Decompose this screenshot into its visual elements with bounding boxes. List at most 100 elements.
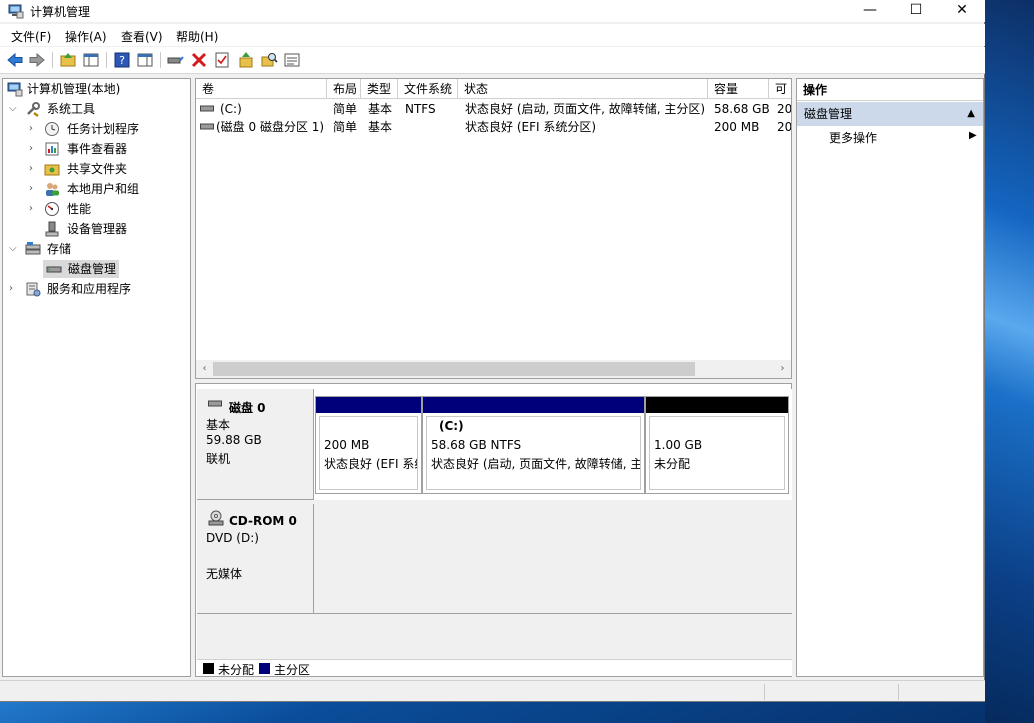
chevron-right-icon[interactable]: › <box>29 160 39 178</box>
title-bar: 计算机管理 — ☐ ✕ <box>0 0 985 22</box>
expand-right-icon[interactable]: ▶ <box>969 130 977 141</box>
column-header-free[interactable]: 可 <box>769 79 791 99</box>
svg-text:?: ? <box>119 54 125 67</box>
disk-name: CD-ROM 0 <box>229 514 297 528</box>
forward-arrow-icon[interactable] <box>28 51 46 69</box>
partition-efi[interactable]: 200 MB 状态良好 (EFI 系统 <box>315 396 422 494</box>
disk-layout-view: 磁盘 0 基本 59.88 GB 联机 200 MB 状态良好 (EFI 系统 … <box>195 383 792 677</box>
disk-name: 磁盘 0 <box>229 401 266 415</box>
horizontal-scrollbar[interactable]: ‹ › <box>196 360 791 378</box>
column-header-status[interactable]: 状态 <box>458 79 708 99</box>
disk-0-partitions: 200 MB 状态良好 (EFI 系统 (C:) 58.68 GB NTFS 状… <box>314 389 792 500</box>
export-icon[interactable] <box>237 51 255 69</box>
actions-group-disk-management[interactable]: 磁盘管理 ▲ <box>797 102 983 126</box>
column-header-type[interactable]: 类型 <box>361 79 398 99</box>
chevron-right-icon[interactable]: › <box>29 200 39 218</box>
collapse-up-icon[interactable]: ▲ <box>967 102 975 126</box>
partition-size: 200 MB <box>324 438 370 452</box>
properties-pane-icon[interactable] <box>136 51 154 69</box>
partition-bar <box>646 397 788 413</box>
table-row[interactable]: (C:) 简单 基本 NTFS 状态良好 (启动, 页面文件, 故障转储, 主分… <box>196 100 792 118</box>
disk-0-label[interactable]: 磁盘 0 基本 59.88 GB 联机 <box>197 389 314 500</box>
cd-rom-icon <box>208 510 224 526</box>
disk-drive-icon <box>208 400 222 407</box>
cell-filesystem <box>405 118 458 136</box>
column-header-volume[interactable]: 卷 <box>196 79 327 99</box>
table-row[interactable]: (磁盘 0 磁盘分区 1) 简单 基本 状态良好 (EFI 系统分区) 200 … <box>196 118 792 136</box>
partition-unallocated[interactable]: 1.00 GB 未分配 <box>645 396 789 494</box>
scroll-left-icon[interactable]: ‹ <box>196 360 213 378</box>
more-actions-item[interactable]: 更多操作 <box>829 129 877 146</box>
up-folder-icon[interactable] <box>59 51 77 69</box>
menu-action[interactable]: 操作(A) <box>65 28 107 45</box>
disk-type: 基本 <box>206 418 231 432</box>
cdrom-0-label[interactable]: CD-ROM 0 DVD (D:) 无媒体 <box>197 504 314 614</box>
checklist-icon[interactable] <box>213 51 231 69</box>
tree-item-label: 共享文件夹 <box>67 162 128 176</box>
tree-item-disk-management[interactable]: 磁盘管理 磁盘管理 <box>43 260 120 278</box>
maximize-button[interactable]: ☐ <box>893 0 939 22</box>
column-header-layout[interactable]: 布局 <box>327 79 361 99</box>
minimize-button[interactable]: — <box>847 0 893 22</box>
back-arrow-icon[interactable] <box>6 51 24 69</box>
column-header-capacity[interactable]: 容量 <box>708 79 769 99</box>
partition-status: 状态良好 (启动, 页面文件, 故障转储, 主 <box>431 457 641 471</box>
chevron-down-icon[interactable]: ⌵ <box>9 100 19 118</box>
disk-status: 无媒体 <box>206 567 243 581</box>
chevron-right-icon[interactable]: › <box>9 280 19 298</box>
cell-status: 状态良好 (EFI 系统分区) <box>465 120 597 134</box>
show-hide-tree-icon[interactable] <box>82 51 100 69</box>
cell-status: 状态良好 (启动, 页面文件, 故障转储, 主分区) <box>465 102 706 116</box>
tree-item-label: 设备管理器 <box>67 222 128 236</box>
list-view-icon[interactable] <box>283 51 301 69</box>
clock-icon <box>45 122 59 136</box>
partition-size: 58.68 GB NTFS <box>431 438 522 452</box>
chevron-right-icon[interactable]: › <box>29 140 39 158</box>
disk-drive-icon <box>46 266 62 273</box>
tree-item-label: 事件查看器 <box>67 142 128 156</box>
menu-view[interactable]: 查看(V) <box>121 28 163 45</box>
menu-help[interactable]: 帮助(H) <box>176 28 218 45</box>
status-bar <box>0 680 985 701</box>
legend-swatch-unallocated <box>203 663 214 674</box>
cell-type: 基本 <box>368 120 393 134</box>
chevron-right-icon[interactable]: › <box>29 120 39 138</box>
close-button[interactable]: ✕ <box>939 0 985 22</box>
legend: 未分配 主分区 <box>197 659 792 677</box>
volume-drive-icon <box>200 123 214 130</box>
tree-item-label: 任务计划程序 <box>67 122 140 136</box>
connect-icon[interactable] <box>166 51 184 69</box>
tree-item-label: 性能 <box>67 202 92 216</box>
tools-icon <box>27 102 40 117</box>
tree-item-label: 计算机管理(本地) <box>27 82 121 96</box>
cell-free: 20 <box>777 120 792 134</box>
scrollbar-thumb[interactable] <box>213 362 695 376</box>
device-manager-icon <box>45 221 59 237</box>
cell-capacity: 58.68 GB <box>714 102 769 116</box>
search-folder-icon[interactable] <box>260 51 278 69</box>
navigation-tree: 计算机管理(本地) ⌵ 系统工具 › 任务计划程序 › 事件查看器 › 共享文件… <box>2 78 191 677</box>
cell-filesystem: NTFS <box>405 102 436 116</box>
help-icon[interactable]: ? <box>113 51 131 69</box>
delete-icon[interactable] <box>190 51 208 69</box>
toolbar: ? <box>0 47 985 74</box>
partition-c[interactable]: (C:) 58.68 GB NTFS 状态良好 (启动, 页面文件, 故障转储,… <box>422 396 645 494</box>
menu-file[interactable]: 文件(F) <box>11 28 51 45</box>
tree-item-label: 磁盘管理 <box>68 262 117 276</box>
cell-volume: (C:) <box>220 102 242 116</box>
desktop-background <box>985 0 1034 723</box>
cell-free: 20 <box>777 102 792 116</box>
cell-layout: 简单 <box>333 120 358 134</box>
toolbar-separator <box>106 52 107 68</box>
shared-folder-icon <box>44 164 60 176</box>
disk-size: 59.88 GB <box>206 433 262 447</box>
tree-item-label: 存储 <box>47 242 72 256</box>
partition-status: 状态良好 (EFI 系统 <box>324 457 418 471</box>
column-header-filesystem[interactable]: 文件系统 <box>398 79 458 99</box>
scroll-right-icon[interactable]: › <box>774 360 791 378</box>
chevron-down-icon[interactable]: ⌵ <box>9 240 19 258</box>
actions-header: 操作 <box>797 79 983 101</box>
chevron-right-icon[interactable]: › <box>29 180 39 198</box>
partition-bar <box>423 397 644 413</box>
volume-drive-icon <box>200 105 214 112</box>
